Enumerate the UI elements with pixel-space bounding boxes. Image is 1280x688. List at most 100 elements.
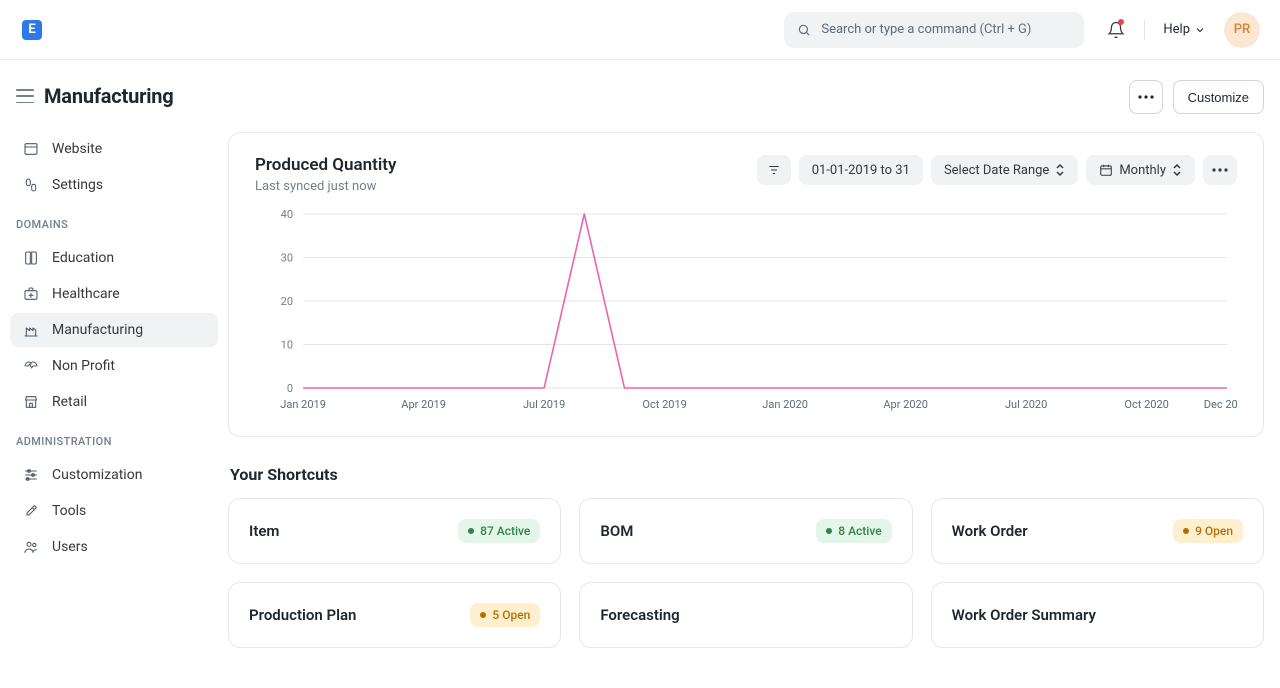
- top-navbar: E Search or type a command (Ctrl + G) He…: [0, 0, 1280, 60]
- sidebar-item-label: Education: [52, 250, 114, 266]
- shortcut-grid: Item 87 Active BOM 8 Active Work Order 9 Op…: [228, 498, 1264, 648]
- heart-icon: [23, 358, 39, 374]
- shortcut-badge: 87 Active: [458, 519, 540, 543]
- svg-text:Oct 2019: Oct 2019: [642, 398, 686, 411]
- sidebar-item-label: Healthcare: [52, 286, 120, 302]
- chart-select-range[interactable]: Select Date Range: [931, 155, 1078, 185]
- page-title: Manufacturing: [44, 84, 174, 108]
- sidebar-item-label: Settings: [52, 177, 103, 193]
- shortcut-card-bom[interactable]: BOM 8 Active: [579, 498, 912, 564]
- shortcut-badge-text: 5 Open: [492, 608, 530, 622]
- sidebar-section-label: ADMINISTRATION: [0, 421, 228, 456]
- sidebar-item-settings[interactable]: Settings: [10, 168, 218, 202]
- chart-interval[interactable]: Monthly: [1086, 155, 1195, 185]
- svg-text:0: 0: [287, 382, 293, 395]
- shortcut-card-production-plan[interactable]: Production Plan 5 Open: [228, 582, 561, 648]
- chevron-up-down-icon: [1172, 163, 1182, 177]
- divider: [1144, 20, 1145, 40]
- svg-text:Oct 2020: Oct 2020: [1124, 398, 1168, 411]
- customize-button[interactable]: Customize: [1173, 80, 1264, 114]
- chart-date-range-label: 01-01-2019 to 31: [812, 163, 910, 178]
- shortcut-name: Forecasting: [600, 606, 679, 624]
- svg-text:20: 20: [281, 295, 293, 308]
- svg-text:40: 40: [281, 208, 293, 221]
- notifications-button[interactable]: [1106, 20, 1126, 40]
- tools-icon: [23, 503, 39, 519]
- shortcut-card-work-order[interactable]: Work Order 9 Open: [931, 498, 1264, 564]
- produced-quantity-card: Produced Quantity Last synced just now 0…: [228, 132, 1264, 437]
- book-icon: [23, 250, 39, 266]
- sidebar-item-tools[interactable]: Tools: [10, 494, 218, 528]
- shortcut-card-item[interactable]: Item 87 Active: [228, 498, 561, 564]
- chart-interval-label: Monthly: [1119, 163, 1166, 178]
- global-search[interactable]: Search or type a command (Ctrl + G): [784, 12, 1084, 48]
- chart-date-range[interactable]: 01-01-2019 to 31: [799, 155, 923, 185]
- sidebar-item-label: Customization: [52, 467, 142, 483]
- sidebar-item-education[interactable]: Education: [10, 241, 218, 275]
- medkit-icon: [23, 286, 39, 302]
- shortcut-name: Production Plan: [249, 606, 356, 624]
- ellipsis-icon: [1138, 95, 1154, 99]
- status-dot-icon: [826, 528, 832, 534]
- sidebar-item-label: Tools: [52, 503, 86, 519]
- svg-text:Jan 2019: Jan 2019: [280, 398, 326, 411]
- search-icon: [797, 23, 811, 37]
- chart-filter-button[interactable]: [757, 155, 791, 185]
- shortcut-card-forecasting[interactable]: Forecasting: [579, 582, 912, 648]
- settings-icon: [23, 177, 39, 193]
- svg-text:Apr 2020: Apr 2020: [883, 398, 928, 411]
- sidebar-item-label: Users: [52, 539, 88, 555]
- sidebar-item-healthcare[interactable]: Healthcare: [10, 277, 218, 311]
- help-label: Help: [1163, 22, 1190, 37]
- shortcut-badge: 5 Open: [470, 603, 540, 627]
- sidebar-item-customization[interactable]: Customization: [10, 458, 218, 492]
- chart-controls: 01-01-2019 to 31 Select Date Range Month…: [757, 155, 1237, 185]
- shortcut-badge-text: 8 Active: [838, 524, 881, 538]
- sidebar-item-non-profit[interactable]: Non Profit: [10, 349, 218, 383]
- sidebar-item-label: Non Profit: [52, 358, 115, 374]
- shortcut-name: Item: [249, 522, 279, 540]
- search-placeholder: Search or type a command (Ctrl + G): [821, 22, 1031, 37]
- shortcut-badge-text: 9 Open: [1195, 524, 1233, 538]
- sidebar-item-label: Website: [52, 141, 102, 157]
- sidebar-section-label: DOMAINS: [0, 204, 228, 239]
- produced-quantity-chart: 010203040Jan 2019Apr 2019Jul 2019Oct 201…: [255, 208, 1237, 418]
- status-dot-icon: [1183, 528, 1189, 534]
- sidebar-item-users[interactable]: Users: [10, 530, 218, 564]
- customize-label: Customize: [1188, 90, 1249, 105]
- help-menu[interactable]: Help: [1163, 22, 1206, 37]
- sliders-icon: [23, 467, 39, 483]
- shortcut-badge-text: 87 Active: [480, 524, 530, 538]
- browser-icon: [23, 141, 39, 157]
- chart-select-range-label: Select Date Range: [944, 163, 1049, 178]
- main-content: Customize Produced Quantity Last synced …: [228, 60, 1280, 688]
- sidebar-item-retail[interactable]: Retail: [10, 385, 218, 419]
- filter-icon: [767, 163, 781, 177]
- page-toolbar: Customize: [228, 60, 1264, 132]
- app-logo[interactable]: E: [22, 20, 42, 40]
- sidebar-item-label: Retail: [52, 394, 87, 410]
- calendar-icon: [1099, 163, 1113, 177]
- sidebar-toggle[interactable]: [16, 89, 34, 103]
- shortcut-name: Work Order: [952, 522, 1028, 540]
- sidebar-item-manufacturing[interactable]: Manufacturing: [10, 313, 218, 347]
- shortcut-card-work-order-summary[interactable]: Work Order Summary: [931, 582, 1264, 648]
- svg-text:10: 10: [281, 339, 293, 352]
- page-more-button[interactable]: [1129, 80, 1163, 114]
- chart-title: Produced Quantity: [255, 155, 396, 175]
- status-dot-icon: [480, 612, 486, 618]
- svg-text:Jul 2020: Jul 2020: [1005, 398, 1047, 411]
- notification-dot-icon: [1118, 19, 1124, 25]
- svg-text:Apr 2019: Apr 2019: [401, 398, 446, 411]
- shortcut-badge: 9 Open: [1173, 519, 1243, 543]
- svg-text:Jan 2020: Jan 2020: [762, 398, 808, 411]
- shortcut-name: BOM: [600, 522, 633, 540]
- sidebar-item-label: Manufacturing: [52, 322, 143, 338]
- svg-text:30: 30: [281, 252, 293, 265]
- chevron-up-down-icon: [1055, 163, 1065, 177]
- chart-more-button[interactable]: [1203, 155, 1237, 185]
- factory-icon: [23, 322, 39, 338]
- user-avatar[interactable]: PR: [1224, 12, 1260, 48]
- sidebar-item-website[interactable]: Website: [10, 132, 218, 166]
- chevron-down-icon: [1194, 24, 1206, 36]
